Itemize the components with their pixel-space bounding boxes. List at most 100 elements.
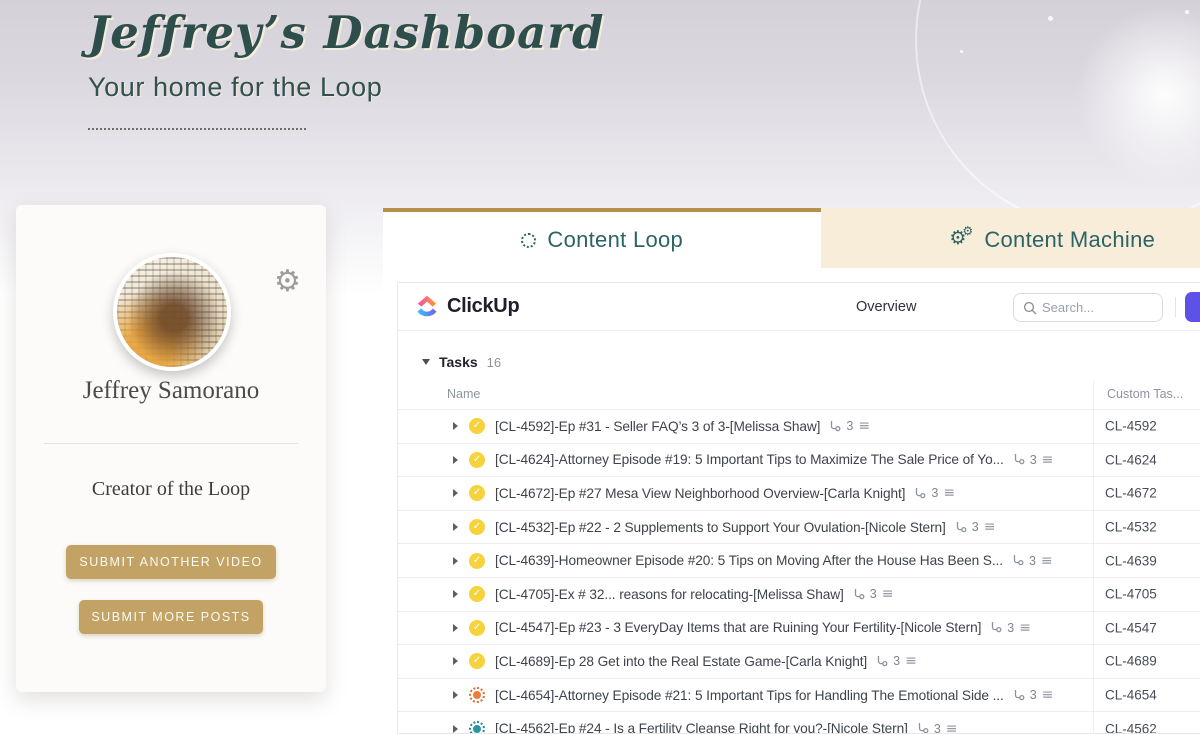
table-row[interactable]: [CL-4624]-Attorney Episode #19: 5 Import…	[398, 444, 1200, 478]
bubble-dot	[1048, 16, 1053, 21]
bubble-dot	[960, 50, 963, 53]
task-meta: 3 ≡	[989, 621, 1031, 635]
task-custom-id[interactable]: CL-4624	[1105, 452, 1157, 467]
column-header-custom-id[interactable]: Custom Tas...	[1107, 387, 1183, 401]
subtask-count: 3	[931, 486, 938, 500]
task-name[interactable]: [CL-4672]-Ep #27 Mesa View Neighborhood …	[495, 486, 905, 501]
nav-overview[interactable]: Overview	[856, 283, 916, 331]
tasks-group-header: Tasks 16	[422, 353, 501, 371]
column-header-name[interactable]: Name	[447, 387, 480, 401]
status-icon[interactable]	[469, 519, 485, 535]
subtask-count: 3	[893, 654, 900, 668]
subtask-icon	[913, 487, 926, 500]
expand-arrow-icon[interactable]	[453, 456, 458, 464]
subtask-icon	[989, 621, 1002, 634]
task-name[interactable]: [CL-4592]-Ep #31 - Seller FAQ’s 3 of 3-[…	[495, 419, 820, 434]
status-icon[interactable]	[469, 452, 485, 468]
task-custom-id[interactable]: CL-4532	[1105, 520, 1157, 535]
status-icon[interactable]	[469, 553, 485, 569]
table-row[interactable]: [CL-4672]-Ep #27 Mesa View Neighborhood …	[398, 477, 1200, 511]
subtask-icon	[828, 420, 841, 433]
table-row[interactable]: [CL-4689]-Ep 28 Get into the Real Estate…	[398, 645, 1200, 679]
task-custom-id[interactable]: CL-4547	[1105, 620, 1157, 635]
task-name[interactable]: [CL-4547]-Ep #23 - 3 EveryDay Items that…	[495, 620, 981, 635]
description-icon: ≡	[943, 486, 955, 500]
task-name[interactable]: [CL-4562]-Ep #24 - Is a Fertility Cleans…	[495, 721, 908, 734]
expand-arrow-icon[interactable]	[453, 489, 458, 497]
table-row[interactable]: [CL-4547]-Ep #23 - 3 EveryDay Items that…	[398, 612, 1200, 646]
search-input[interactable]	[1042, 295, 1157, 320]
gears-icon: ⚙⚙	[949, 228, 973, 252]
task-rows: [CL-4592]-Ep #31 - Seller FAQ’s 3 of 3-[…	[398, 410, 1200, 734]
search-box[interactable]	[1013, 293, 1163, 322]
task-meta: 3 ≡	[852, 587, 894, 601]
task-custom-id[interactable]: CL-4639	[1105, 553, 1157, 568]
task-custom-id[interactable]: CL-4689	[1105, 654, 1157, 669]
tab-content-machine-label: Content Machine	[984, 227, 1155, 253]
clickup-brand-text: ClickUp	[447, 295, 519, 318]
expand-arrow-icon[interactable]	[453, 557, 458, 565]
task-custom-id[interactable]: CL-4592	[1105, 419, 1157, 434]
task-custom-id[interactable]: CL-4705	[1105, 587, 1157, 602]
task-meta: 3 ≡	[875, 654, 917, 668]
description-icon: ≡	[858, 419, 870, 433]
task-name[interactable]: [CL-4654]-Attorney Episode #21: 5 Import…	[495, 688, 1004, 703]
clickup-logo-icon	[414, 293, 440, 319]
clickup-widget: ClickUp Overview Tasks 16	[397, 282, 1200, 734]
header-action-button[interactable]	[1185, 292, 1200, 322]
status-icon[interactable]	[469, 485, 485, 501]
status-icon[interactable]	[469, 653, 485, 669]
task-custom-id[interactable]: CL-4672	[1105, 486, 1157, 501]
tab-content-machine[interactable]: ⚙⚙ Content Machine	[821, 208, 1200, 268]
subtask-icon	[852, 588, 865, 601]
task-meta: 3 ≡	[1012, 453, 1054, 467]
table-row[interactable]: [CL-4532]-Ep #22 - 2 Supplements to Supp…	[398, 511, 1200, 545]
main-panel: Content Loop ⚙⚙ Content Machine	[383, 208, 1200, 734]
submit-posts-button[interactable]: SUBMIT MORE POSTS	[79, 600, 263, 634]
task-meta: 3 ≡	[954, 520, 996, 534]
task-name[interactable]: [CL-4624]-Attorney Episode #19: 5 Import…	[495, 452, 1004, 467]
settings-gear-icon[interactable]: ⚙	[274, 267, 301, 297]
expand-arrow-icon[interactable]	[453, 422, 458, 430]
status-icon[interactable]	[469, 721, 485, 734]
table-row[interactable]: [CL-4562]-Ep #24 - Is a Fertility Cleans…	[398, 712, 1200, 734]
status-icon[interactable]	[469, 418, 485, 434]
table-row[interactable]: [CL-4654]-Attorney Episode #21: 5 Import…	[398, 679, 1200, 713]
status-icon[interactable]	[469, 586, 485, 602]
table-row[interactable]: [CL-4639]-Homeowner Episode #20: 5 Tips …	[398, 544, 1200, 578]
description-icon: ≡	[1019, 621, 1031, 635]
task-name[interactable]: [CL-4532]-Ep #22 - 2 Supplements to Supp…	[495, 520, 946, 535]
header-divider	[1175, 297, 1176, 317]
table-row[interactable]: [CL-4592]-Ep #31 - Seller FAQ’s 3 of 3-[…	[398, 410, 1200, 444]
profile-card: ⚙ Jeffrey Samorano Creator of the Loop S…	[16, 205, 326, 692]
subtask-icon	[1012, 689, 1025, 702]
expand-arrow-icon[interactable]	[453, 624, 458, 632]
expand-arrow-icon[interactable]	[453, 691, 458, 699]
submit-video-button[interactable]: SUBMIT ANOTHER VIDEO	[66, 545, 276, 579]
description-icon: ≡	[882, 587, 894, 601]
tabs-row: Content Loop ⚙⚙ Content Machine	[383, 208, 1200, 268]
subtask-count: 3	[846, 419, 853, 433]
clickup-logo: ClickUp	[414, 293, 519, 319]
task-name[interactable]: [CL-4689]-Ep 28 Get into the Real Estate…	[495, 654, 867, 669]
task-custom-id[interactable]: CL-4562	[1105, 721, 1157, 734]
tab-content-loop[interactable]: Content Loop	[383, 208, 821, 268]
subtask-icon	[875, 655, 888, 668]
expand-arrow-icon[interactable]	[453, 725, 458, 733]
subtask-count: 3	[1030, 688, 1037, 702]
task-custom-id[interactable]: CL-4654	[1105, 688, 1157, 703]
caret-down-icon[interactable]	[422, 359, 430, 365]
expand-arrow-icon[interactable]	[453, 657, 458, 665]
status-icon[interactable]	[469, 687, 485, 703]
expand-arrow-icon[interactable]	[453, 590, 458, 598]
task-name[interactable]: [CL-4705]-Ex # 32... reasons for relocat…	[495, 587, 844, 602]
table-row[interactable]: [CL-4705]-Ex # 32... reasons for relocat…	[398, 578, 1200, 612]
search-icon	[1023, 301, 1037, 315]
status-icon[interactable]	[469, 620, 485, 636]
description-icon: ≡	[1042, 688, 1054, 702]
avatar	[117, 257, 227, 367]
tab-panel-content: ClickUp Overview Tasks 16	[383, 268, 1200, 734]
clickup-header: ClickUp Overview	[398, 283, 1200, 331]
expand-arrow-icon[interactable]	[453, 523, 458, 531]
task-name[interactable]: [CL-4639]-Homeowner Episode #20: 5 Tips …	[495, 553, 1003, 568]
